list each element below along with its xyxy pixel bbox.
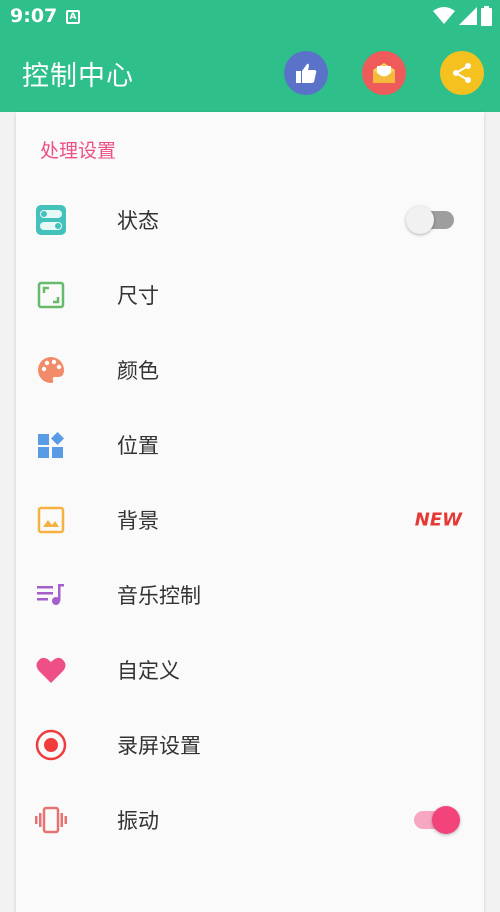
settings-item-screen-record[interactable]: 录屏设置: [16, 707, 484, 782]
settings-item-vibration[interactable]: 振动: [16, 782, 484, 857]
settings-item-customize[interactable]: 自定义: [16, 632, 484, 707]
settings-item-position[interactable]: 位置: [16, 407, 484, 482]
wifi-icon: [433, 7, 455, 24]
feedback-mail-button[interactable]: [362, 51, 406, 95]
toggle-icon: [34, 203, 68, 237]
app-title: 控制中心: [22, 61, 134, 92]
status-time: 9:07: [10, 5, 58, 27]
settings-item-label: 背景: [117, 508, 159, 533]
settings-item-label: 音乐控制: [117, 583, 201, 608]
image-icon: [34, 503, 68, 537]
status-icons: [433, 6, 492, 26]
resize-icon: [34, 278, 68, 312]
record-icon: [34, 728, 68, 762]
settings-item-music-control[interactable]: 音乐控制: [16, 557, 484, 632]
notification-icon: A: [66, 10, 80, 24]
status-switch[interactable]: [406, 203, 454, 237]
widgets-icon: [34, 428, 68, 462]
thumbs-up-icon: [296, 63, 317, 83]
settings-item-label: 状态: [117, 208, 159, 233]
settings-item-label: 自定义: [117, 658, 180, 683]
app-bar: 控制中心: [0, 34, 500, 112]
music-queue-icon: [34, 578, 68, 612]
palette-icon: [34, 353, 68, 387]
like-button[interactable]: [284, 51, 328, 95]
new-badge: NEW: [414, 509, 462, 530]
section-title: 处理设置: [40, 140, 117, 162]
share-button[interactable]: [440, 51, 484, 95]
settings-item-status[interactable]: 状态: [16, 182, 484, 257]
settings-item-label: 尺寸: [117, 283, 159, 308]
signal-icon: [459, 7, 477, 25]
share-icon: [453, 63, 471, 83]
vibration-switch[interactable]: [414, 803, 460, 837]
battery-icon: [481, 6, 492, 26]
settings-item-label: 振动: [117, 808, 159, 833]
settings-item-label: 录屏设置: [117, 733, 201, 758]
settings-item-color[interactable]: 颜色: [16, 332, 484, 407]
vibration-icon: [34, 803, 68, 837]
settings-item-label: 颜色: [117, 358, 159, 383]
status-bar: 9:07 A: [0, 0, 500, 34]
mail-icon: [373, 63, 395, 83]
settings-item-label: 位置: [117, 433, 159, 458]
settings-item-size[interactable]: 尺寸: [16, 257, 484, 332]
heart-icon: [34, 653, 68, 687]
settings-item-background[interactable]: 背景 NEW: [16, 482, 484, 557]
settings-card: 处理设置 状态 尺寸 颜色 位置 背景 NEW 音乐控制 自定义 录屏设置 振动: [16, 112, 484, 912]
